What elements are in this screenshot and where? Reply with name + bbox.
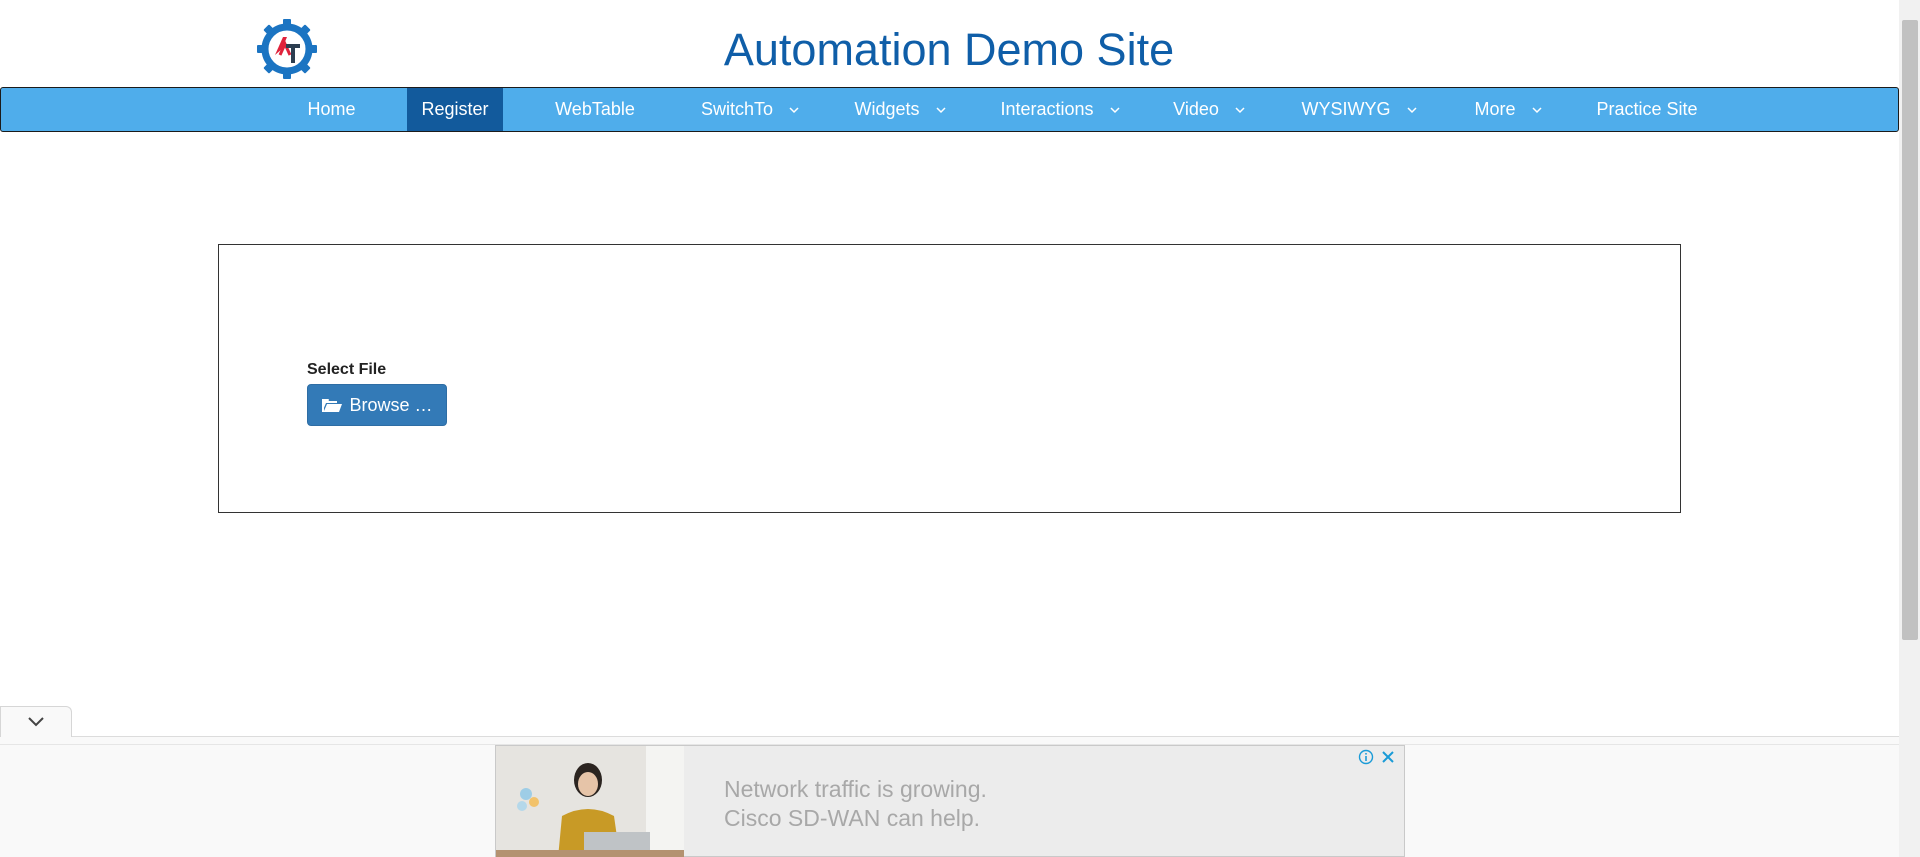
nav-item-home[interactable]: Home bbox=[291, 88, 372, 131]
chevron-down-icon bbox=[1406, 106, 1417, 113]
chevron-down-icon bbox=[1110, 106, 1120, 113]
chevron-down-icon bbox=[1531, 106, 1542, 113]
ad-box[interactable]: Network traffic is growing. Cisco SD-WAN… bbox=[495, 745, 1405, 857]
nav-item-interactions[interactable]: Interactions bbox=[990, 88, 1132, 131]
nav-item-wysiwyg[interactable]: WYSIWYG bbox=[1293, 88, 1427, 131]
chevron-down-icon bbox=[1235, 106, 1245, 113]
ad-image bbox=[496, 746, 684, 857]
ad-info-icon[interactable] bbox=[1358, 749, 1374, 765]
chevron-down-icon bbox=[28, 717, 44, 727]
nav-item-register[interactable]: Register bbox=[407, 88, 503, 131]
page: Automation Demo Site Home Register WebTa… bbox=[0, 0, 1920, 857]
nav-item-label: Interactions bbox=[1000, 99, 1094, 119]
browse-button-label: Browse … bbox=[349, 394, 433, 415]
ad-text: Network traffic is growing. Cisco SD-WAN… bbox=[724, 775, 987, 833]
nav-item-label: Widgets bbox=[854, 99, 920, 119]
nav-item-label: SwitchTo bbox=[700, 99, 774, 119]
nav-item-webtable[interactable]: WebTable bbox=[541, 88, 649, 131]
nav-item-label: WYSIWYG bbox=[1301, 99, 1391, 119]
nav-item-more[interactable]: More bbox=[1463, 88, 1555, 131]
ad-close-icon[interactable] bbox=[1380, 749, 1396, 765]
nav-item-label: Practice Site bbox=[1596, 99, 1698, 119]
chevron-down-icon bbox=[935, 106, 946, 113]
nav-item-label: WebTable bbox=[555, 99, 635, 119]
main-navbar: Home Register WebTable SwitchTo Widgets … bbox=[0, 87, 1899, 132]
nav-item-label: More bbox=[1474, 99, 1516, 119]
nav-item-label: Register bbox=[421, 99, 489, 119]
nav-item-label: Video bbox=[1173, 99, 1219, 119]
chevron-down-icon bbox=[789, 106, 799, 113]
folder-open-icon bbox=[322, 399, 343, 412]
ad-text-line-2: Cisco SD-WAN can help. bbox=[724, 805, 981, 831]
nav-item-label: Home bbox=[307, 99, 356, 119]
select-file-label: Select File bbox=[307, 361, 387, 378]
nav-item-practice-site[interactable]: Practice Site bbox=[1585, 88, 1709, 131]
ad-collapse-toggle[interactable] bbox=[0, 706, 72, 737]
browse-button[interactable]: Browse … bbox=[307, 384, 447, 426]
nav-item-switchto[interactable]: SwitchTo bbox=[689, 88, 813, 131]
nav-item-video[interactable]: Video bbox=[1162, 88, 1258, 131]
site-title: Automation Demo Site bbox=[723, 24, 1175, 75]
file-upload-panel: Select File Browse … bbox=[218, 244, 1681, 513]
nav-item-widgets[interactable]: Widgets bbox=[842, 88, 960, 131]
ad-text-line-1: Network traffic is growing. bbox=[724, 776, 987, 802]
scrollbar-thumb[interactable] bbox=[1902, 20, 1918, 640]
